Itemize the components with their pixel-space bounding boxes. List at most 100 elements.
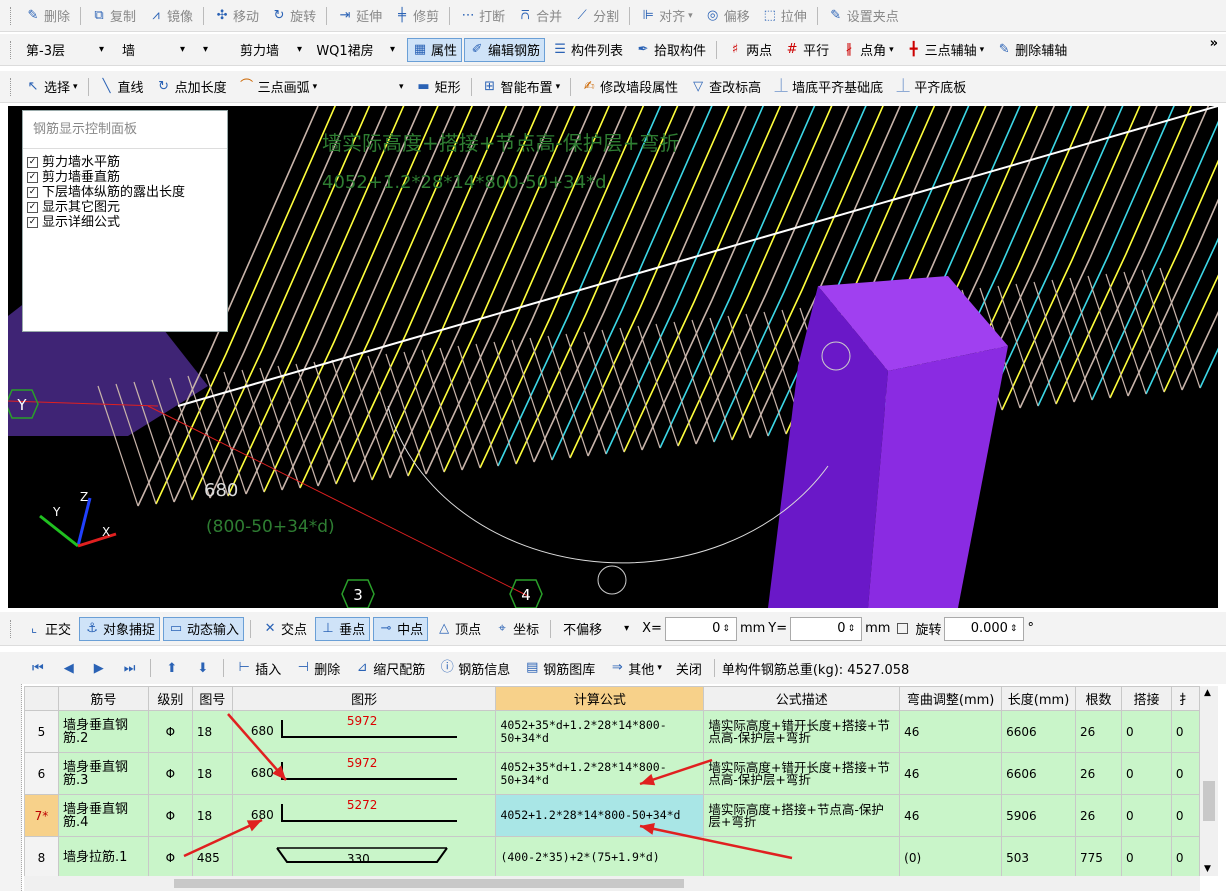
rebar-name-cell[interactable]: 墙身垂直钢筋.2 (57, 710, 149, 753)
figure-number-cell[interactable]: 18 (191, 710, 233, 753)
wall-type-select[interactable]: ▾ 剪力墙 (197, 38, 285, 62)
dynamic-input-toggle[interactable]: ▭ 动态输入 (163, 616, 245, 641)
toolbar-grip[interactable] (10, 40, 14, 59)
floor-select[interactable]: 第-3层 ▾ (20, 38, 110, 62)
bend-adjust-cell[interactable]: 46 (899, 752, 1003, 795)
row-number[interactable]: 8 (24, 836, 59, 876)
table-row[interactable]: 6 墙身垂直钢筋.3 Φ 18 680 5972 4052+35*d+1.2*28*14*8… (24, 752, 1200, 795)
3d-viewport[interactable]: 3 4 Y 墙实际高度+搭接+节点高-保护层+弯折 4052+1.2*28*14*800… (8, 106, 1218, 608)
rectangle-button[interactable]: ▬ 矩形 (411, 75, 466, 99)
panel-option-detailed-formula[interactable]: ✓ 显示详细公式 (23, 215, 227, 230)
lap-cell[interactable]: 0 (1120, 794, 1172, 837)
component-list-button[interactable]: ☰ 构件列表 (547, 38, 628, 62)
formula-cell[interactable]: 4052+1.2*28*14*800-50+34*d (495, 794, 705, 837)
count-cell[interactable]: 26 (1075, 710, 1122, 753)
table-row[interactable]: 8 墙身拉筋.1 Φ 485 330 (400-2*35)+2*(75+1.9*d) (0)… (24, 836, 1200, 876)
close-grid-button[interactable]: 关闭 (671, 656, 707, 680)
column-header[interactable]: 弯曲调整(mm) (899, 686, 1003, 711)
shape-cell[interactable]: 680 5972 (231, 752, 497, 795)
column-header[interactable]: 计算公式 (495, 686, 705, 711)
grade-cell[interactable]: Φ (147, 794, 193, 837)
other-menu-button[interactable]: ⇒ 其他 ▾ (604, 656, 667, 680)
parallel-button[interactable]: # 平行 (779, 38, 834, 62)
line-button[interactable]: ╲ 直线 (94, 75, 149, 99)
length-cell[interactable]: 6606 (1001, 752, 1077, 795)
move-up-icon[interactable]: ⬆ (158, 661, 185, 676)
rotate-button[interactable]: ↻ 旋转 (266, 4, 321, 28)
table-horizontal-scrollbar[interactable] (24, 876, 1200, 891)
figure-number-cell[interactable]: 18 (191, 794, 233, 837)
rebar-name-cell[interactable]: 墙身垂直钢筋.4 (57, 794, 149, 837)
insert-row-button[interactable]: ⊢ 插入 (231, 656, 286, 680)
smart-layout-button[interactable]: ⊞ 智能布置 ▾ (477, 75, 566, 99)
column-header[interactable]: 图号 (191, 686, 233, 711)
align-slab-button[interactable]: ⏊ 平齐底板 (890, 75, 971, 99)
coordinate-snap[interactable]: ⌖ 坐标 (489, 617, 544, 641)
offset-button[interactable]: ◎ 偏移 (700, 4, 755, 28)
column-header[interactable]: 级别 (147, 686, 193, 711)
x-input[interactable]: 0 ⇕ (664, 616, 737, 641)
two-point-button[interactable]: ♯ 两点 (722, 38, 777, 62)
extend-button[interactable]: ⇥ 延伸 (332, 4, 387, 28)
row-number[interactable]: 5 (24, 710, 59, 753)
checkbox-checked-icon[interactable]: ✓ (27, 217, 38, 228)
count-cell[interactable]: 26 (1075, 752, 1122, 795)
trim-button[interactable]: ╪ 修剪 (389, 4, 444, 28)
extra-cell[interactable]: 0 (1170, 710, 1200, 753)
rebar-library-button[interactable]: ▤ 钢筋图库 (519, 656, 600, 680)
pick-component-button[interactable]: ✒ 拾取构件 (630, 38, 711, 62)
toolbar-grip[interactable] (10, 619, 14, 638)
length-cell[interactable]: 5906 (1001, 794, 1077, 837)
midpoint-snap[interactable]: ⊸ 中点 (373, 616, 429, 641)
panel-option-horizontal-rebar[interactable]: ✓ 剪力墙水平筋 (23, 155, 227, 170)
grade-cell[interactable]: Φ (147, 710, 193, 753)
move-button[interactable]: ✣ 移动 (209, 4, 264, 28)
grade-cell[interactable]: Φ (147, 836, 193, 876)
column-header[interactable]: 公式描述 (703, 686, 901, 711)
formula-description-cell[interactable] (703, 836, 901, 876)
panel-option-vertical-rebar[interactable]: ✓ 剪力墙垂直筋 (23, 170, 227, 185)
delete-button[interactable]: ✎ 删除 (20, 4, 75, 28)
lap-cell[interactable]: 0 (1120, 710, 1172, 753)
element-type-select[interactable]: 墙 ▾ (116, 38, 191, 62)
row-number[interactable]: 7* (24, 794, 59, 837)
point-length-button[interactable]: ↻ 点加长度 (151, 75, 232, 99)
last-record-icon[interactable]: ⏭ (116, 661, 144, 676)
modify-wall-button[interactable]: ✍ 修改墙段属性 (576, 75, 683, 99)
bend-adjust-cell[interactable]: (0) (899, 836, 1003, 876)
shape-cell[interactable]: 680 5972 (231, 710, 497, 753)
break-button[interactable]: ⋯ 打断 (455, 4, 510, 28)
column-header[interactable]: 扌 (1170, 686, 1200, 711)
formula-description-cell[interactable]: 墙实际高度+搭接+节点高-保护层+弯折 (703, 794, 901, 837)
lap-cell[interactable]: 0 (1120, 836, 1172, 876)
count-cell[interactable]: 26 (1075, 794, 1122, 837)
offset-mode-select[interactable]: 不偏移 ▾ (557, 617, 635, 641)
align-button[interactable]: ⊫ 对齐 ▾ (635, 4, 698, 28)
checkbox-checked-icon[interactable]: ✓ (27, 157, 38, 168)
scale-rebar-button[interactable]: ⊿ 缩尺配筋 (349, 656, 430, 680)
length-cell[interactable]: 6606 (1001, 710, 1077, 753)
rebar-name-cell[interactable]: 墙身垂直钢筋.3 (57, 752, 149, 795)
shape-cell[interactable]: 680 5272 (231, 794, 497, 837)
count-cell[interactable]: 775 (1075, 836, 1122, 876)
object-snap-toggle[interactable]: ⚓ 对象捕捉 (79, 616, 161, 641)
extra-cell[interactable]: 0 (1170, 794, 1200, 837)
formula-description-cell[interactable]: 墙实际高度+错开长度+搭接+节点高-保护层+弯折 (703, 710, 901, 753)
checkbox-checked-icon[interactable]: ✓ (27, 202, 38, 213)
formula-cell[interactable]: 4052+35*d+1.2*28*14*800-50+34*d (495, 710, 705, 753)
rotate-checkbox[interactable] (897, 623, 909, 634)
next-record-icon[interactable]: ▶ (86, 661, 112, 676)
first-record-icon[interactable]: ⏮ (24, 661, 52, 676)
formula-cell[interactable]: (400-2*35)+2*(75+1.9*d) (495, 836, 705, 876)
bend-adjust-cell[interactable]: 46 (899, 710, 1003, 753)
copy-button[interactable]: ⧉ 复制 (86, 4, 141, 28)
delete-row-button[interactable]: ⊣ 删除 (290, 656, 345, 680)
column-header[interactable]: 搭接 (1120, 686, 1172, 711)
column-header[interactable]: 根数 (1075, 686, 1122, 711)
merge-button[interactable]: ⩃ 合并 (512, 4, 567, 28)
figure-number-cell[interactable]: 18 (191, 752, 233, 795)
shape-cell[interactable]: 330 (231, 836, 497, 876)
perpendicular-snap[interactable]: ⊥ 垂点 (315, 616, 371, 641)
panel-option-lower-wall-exposure[interactable]: ✓ 下层墙体纵筋的露出长度 (23, 185, 227, 200)
ortho-toggle[interactable]: ⌞ 正交 (21, 617, 76, 641)
